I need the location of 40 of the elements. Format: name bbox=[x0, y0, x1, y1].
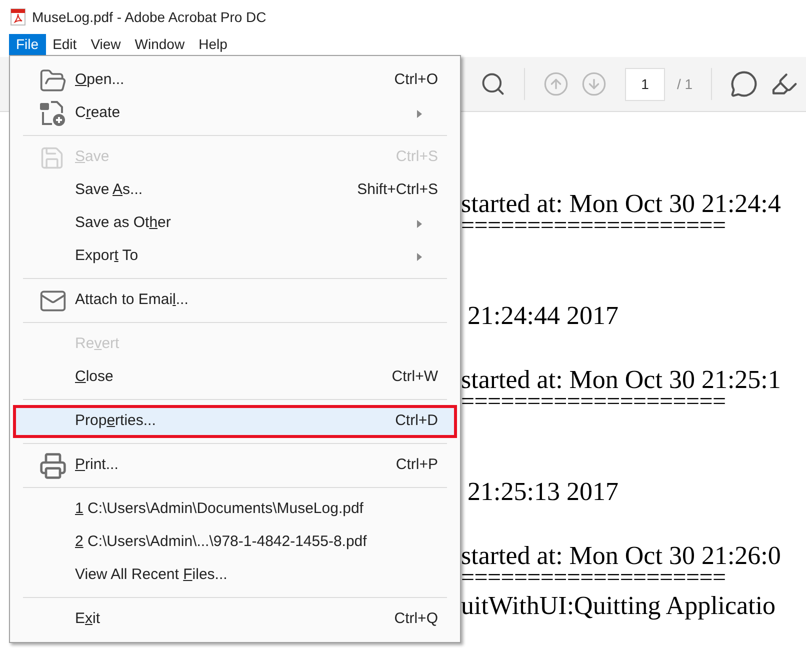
shortcut-label: Ctrl+W bbox=[392, 367, 438, 388]
menu-bar-item[interactable]: Window bbox=[128, 34, 192, 55]
menu-item[interactable]: 1 C:\Users\Admin\Documents\MuseLog.pdf bbox=[13, 493, 457, 526]
document-text-line: 21:25:13 2017 bbox=[466, 478, 620, 506]
menu-item[interactable]: 2 C:\Users\Admin\...\978-1-4842-1455-8.pdf bbox=[13, 526, 457, 559]
shortcut-label: Shift+Ctrl+S bbox=[357, 180, 438, 200]
printer-icon bbox=[39, 452, 67, 480]
create-document-icon bbox=[39, 100, 67, 126]
shortcut-label: Ctrl+P bbox=[396, 455, 438, 476]
shortcut-label: Ctrl+Q bbox=[394, 609, 438, 630]
menu-item[interactable]: Exit Ctrl+Q bbox=[13, 603, 457, 636]
menu-item[interactable]: Save as Other bbox=[13, 207, 457, 240]
menu-item[interactable]: Create bbox=[13, 97, 457, 130]
document-text-line: 21:24:44 2017 bbox=[466, 302, 620, 330]
menu-item[interactable]: Print... Ctrl+P bbox=[13, 449, 457, 482]
menu-item[interactable]: Save As... Shift+Ctrl+S bbox=[13, 174, 457, 207]
submenu-arrow-icon bbox=[417, 252, 422, 260]
menu-bar-item[interactable]: View bbox=[84, 34, 128, 55]
menu-item[interactable]: View All Recent Files... bbox=[13, 559, 457, 592]
menu-bar-item[interactable]: Help bbox=[192, 34, 234, 55]
comment-icon[interactable] bbox=[730, 70, 758, 98]
save-icon bbox=[39, 144, 65, 170]
window-title: MuseLog.pdf - Adobe Acrobat Pro DC bbox=[32, 8, 266, 27]
page-number-field[interactable]: 1 bbox=[625, 68, 665, 100]
page-total-label: / 1 bbox=[677, 74, 693, 94]
submenu-arrow-icon bbox=[417, 110, 422, 118]
menu-item[interactable]: Export To bbox=[13, 240, 457, 273]
submenu-arrow-icon bbox=[417, 220, 422, 228]
document-text-line: uitWithUI:Quitting Applicatio bbox=[461, 592, 777, 620]
menu-item[interactable]: Properties... Ctrl+D bbox=[13, 405, 457, 438]
shortcut-label: Ctrl+O bbox=[394, 70, 438, 90]
menu-bar-item[interactable]: Edit bbox=[46, 34, 84, 55]
pdf-file-icon bbox=[10, 8, 26, 26]
menu-item[interactable]: Attach to Email... bbox=[13, 284, 457, 317]
menu-item[interactable]: Close Ctrl+W bbox=[13, 361, 457, 394]
search-icon[interactable] bbox=[480, 71, 506, 97]
menu-item[interactable]: Open... Ctrl+O bbox=[13, 64, 457, 97]
folder-icon bbox=[39, 66, 67, 94]
menu-bar-item[interactable]: File bbox=[9, 34, 46, 55]
shortcut-label: Ctrl+D bbox=[395, 411, 438, 432]
